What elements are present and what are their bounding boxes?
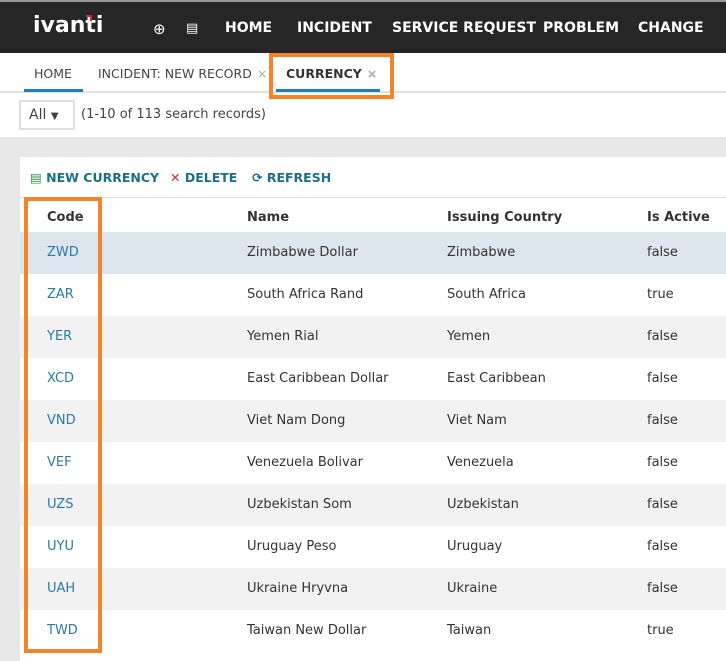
table-header: Code Name Issuing Country Is Active [20,197,726,232]
cell-active: false [647,455,678,470]
tab-incident-new-record[interactable]: INCIDENT: NEW RECORD × [98,66,267,81]
cell-country: Yemen [447,329,491,344]
nav-home[interactable]: HOME [225,20,272,36]
label: REFRESH [266,170,332,185]
table-row[interactable]: UZS Uzbekistan Som Uzbekistan false [20,484,726,526]
new-record-icon: ▤ [30,170,42,185]
record-count: (1-10 of 113 search records) [81,107,267,122]
filter-select[interactable]: All ▼ [19,100,75,130]
delete-button[interactable]: ✕ DELETE [170,170,237,185]
cell-country: South Africa [447,287,526,302]
nav-incident[interactable]: INCIDENT [297,20,372,36]
filter-value: All [29,107,47,123]
cell-country: Venezuela [447,455,514,470]
cell-country: East Caribbean [447,371,546,386]
cell-name: East Caribbean Dollar [247,371,389,386]
table-row[interactable]: UYU Uruguay Peso Uruguay false [20,526,726,568]
table-row[interactable]: VND Viet Nam Dong Viet Nam false [20,400,726,442]
cell-name: Ukraine Hryvna [247,581,349,596]
cell-name: Viet Nam Dong [247,413,346,428]
nav-problem[interactable]: PROBLEM [543,20,619,36]
cell-name: Uzbekistan Som [247,497,352,512]
ivanti-logo: ivanti [33,13,104,38]
logo-mark [86,15,92,21]
grid-panel: ▤ NEW CURRENCY ✕ DELETE ⟳ REFRESH Code N… [20,157,726,661]
table-row[interactable]: XCD East Caribbean Dollar East Caribbean fa… [20,358,726,400]
tab-underline [24,89,83,92]
column-header-is-active[interactable]: Is Active [647,210,710,225]
top-bar: ivanti ⊕ ▤ HOME INCIDENT SERVICE REQUEST… [0,0,726,53]
table-row[interactable]: UAH Ukraine Hryvna Ukraine false [20,568,726,610]
cell-active: false [647,329,678,344]
highlight-box [24,197,102,653]
cell-active: true [647,623,674,638]
cell-active: false [647,581,678,596]
tab-home[interactable]: HOME [34,66,72,81]
cell-name: Taiwan New Dollar [247,623,367,638]
cell-active: false [647,497,678,512]
chevron-down-icon: ▼ [50,111,59,122]
highlight-box [269,53,394,99]
cell-name: South Africa Rand [247,287,364,302]
nav-change[interactable]: CHANGE [638,20,704,36]
cell-active: false [647,371,678,386]
cell-name: Uruguay Peso [247,539,337,554]
cell-country: Taiwan [447,623,492,638]
add-icon[interactable]: ⊕ [153,20,166,38]
cell-country: Ukraine [447,581,498,596]
new-currency-button[interactable]: ▤ NEW CURRENCY [30,170,159,185]
cell-name: Yemen Rial [247,329,319,344]
cell-country: Viet Nam [447,413,507,428]
cell-active: false [647,245,678,260]
cell-name: Zimbabwe Dollar [247,245,358,260]
table-row[interactable]: VEF Venezuela Bolivar Venezuela false [20,442,726,484]
refresh-icon: ⟳ [252,170,263,185]
nav-service-request[interactable]: SERVICE REQUEST [392,20,536,36]
cell-active: true [647,287,674,302]
table-row[interactable]: TWD Taiwan New Dollar Taiwan true [20,610,726,652]
cell-active: false [647,539,678,554]
delete-icon: ✕ [170,170,181,185]
table-row[interactable]: ZAR South Africa Rand South Africa true [20,274,726,316]
column-header-name[interactable]: Name [247,210,289,225]
cell-country: Uzbekistan [447,497,519,512]
table-row[interactable]: ZWD Zimbabwe Dollar Zimbabwe false [20,232,726,274]
cell-country: Zimbabwe [447,245,516,260]
tab-label: HOME [34,66,72,81]
cell-name: Venezuela Bolivar [247,455,363,470]
tab-label: INCIDENT: NEW RECORD [98,66,252,81]
close-icon[interactable]: × [257,66,267,81]
cell-active: false [647,413,678,428]
chat-icon[interactable]: ▤ [186,21,198,36]
table-row[interactable]: YER Yemen Rial Yemen false [20,316,726,358]
refresh-button[interactable]: ⟳ REFRESH [252,170,331,185]
column-header-issuing-country[interactable]: Issuing Country [447,210,562,225]
label: NEW CURRENCY [46,170,160,185]
label: DELETE [184,170,238,185]
cell-country: Uruguay [447,539,503,554]
